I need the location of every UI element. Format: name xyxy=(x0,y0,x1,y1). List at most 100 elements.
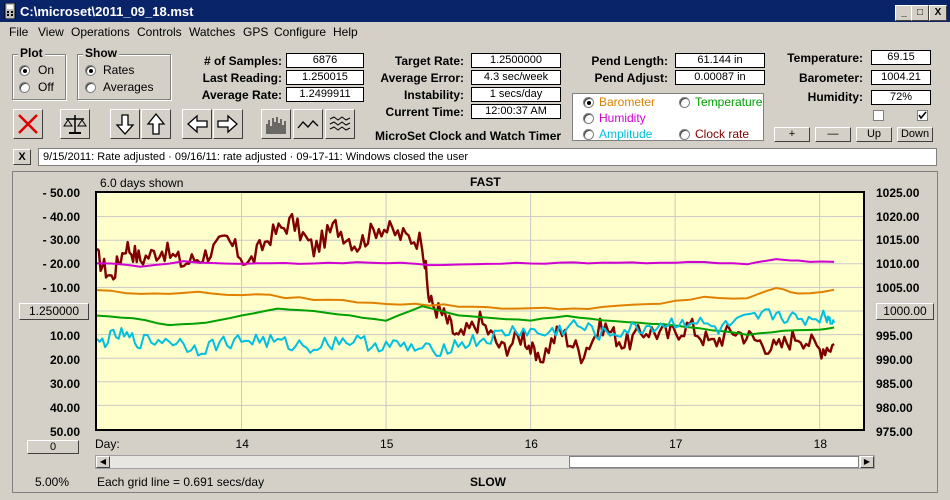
humidity-radio[interactable] xyxy=(583,113,594,124)
temperature-label: Temperature: xyxy=(787,51,863,65)
arrow-up-icon xyxy=(146,112,166,135)
x-tick-label: 14 xyxy=(235,437,249,451)
y-left-tick-label: - 10.00 xyxy=(42,281,80,295)
plot-off-radio[interactable] xyxy=(19,82,30,93)
stop-button[interactable] xyxy=(13,109,43,139)
multi-line-button[interactable] xyxy=(325,109,355,139)
arrow-left-icon xyxy=(187,114,208,134)
show-averages-radio[interactable] xyxy=(85,82,96,93)
y-left-tick-label: - 20.00 xyxy=(42,257,80,271)
humidity-option-label: Humidity xyxy=(599,111,646,125)
x-tick-label: 16 xyxy=(524,437,538,451)
amplitude-option-label: Amplitude xyxy=(599,127,653,141)
message-bar: 9/15/2011: Rate adjusted · 09/16/11: rat… xyxy=(38,148,937,166)
menu-controls[interactable]: Controls xyxy=(137,25,182,39)
average-error-label: Average Error: xyxy=(380,71,464,85)
plot-on-radio[interactable] xyxy=(19,65,30,76)
center-rate-button[interactable]: 1.250000 xyxy=(19,303,89,320)
checkbox-1[interactable] xyxy=(873,110,884,121)
plus-button[interactable]: + xyxy=(774,127,810,142)
y-right-tick-label: 1015.00 xyxy=(876,233,920,247)
y-left-tick-label: 30.00 xyxy=(49,377,80,391)
pend-adjust-value: 0.00087 in xyxy=(675,70,765,85)
line-graph-icon xyxy=(297,120,319,129)
plot-area[interactable] xyxy=(95,191,865,431)
pend-length-label: Pend Length: xyxy=(591,54,668,68)
menu-gps[interactable]: GPS xyxy=(243,25,268,39)
arrow-up-button[interactable] xyxy=(141,109,171,139)
y-right-tick-label: 1005.00 xyxy=(876,281,920,295)
temperature-value: 69.15 xyxy=(871,50,931,65)
arrow-right-button[interactable] xyxy=(213,109,243,139)
y-right-tick-label: 1020.00 xyxy=(876,210,920,224)
checkbox-2[interactable] xyxy=(917,110,928,121)
samples-value: 6876 xyxy=(286,53,364,68)
horizontal-scrollbar[interactable]: ◀ ▶ xyxy=(95,455,875,469)
y-left-tick-label: 20.00 xyxy=(49,353,80,367)
y-left-tick-label: 10.00 xyxy=(49,329,80,343)
show-rates-radio[interactable] xyxy=(85,65,96,76)
arrow-down-button[interactable] xyxy=(110,109,140,139)
clear-message-button[interactable]: X xyxy=(13,149,31,165)
check-icon xyxy=(918,111,927,120)
scale-icon xyxy=(63,115,87,134)
y-right-tick-label: 1010.00 xyxy=(876,257,920,271)
menu-file[interactable]: File xyxy=(9,25,28,39)
close-window-button[interactable]: X xyxy=(929,5,947,21)
red-x-icon xyxy=(18,114,38,134)
plot-off-label: Off xyxy=(38,80,54,94)
menu-view[interactable]: View xyxy=(38,25,64,39)
y-right-tick-label: 985.00 xyxy=(876,377,913,391)
scale-percent: 5.00% xyxy=(35,475,70,489)
menu-operations[interactable]: Operations xyxy=(71,25,130,39)
arrow-left-button[interactable] xyxy=(182,109,212,139)
amplitude-radio[interactable] xyxy=(583,129,594,140)
y-right-tick-label: 980.00 xyxy=(876,401,913,415)
menu-watches[interactable]: Watches xyxy=(189,25,235,39)
slow-label: SLOW xyxy=(470,475,506,489)
up-button[interactable]: Up xyxy=(856,127,892,142)
maximize-button[interactable]: □ xyxy=(911,5,929,21)
temperature-radio[interactable] xyxy=(679,97,690,108)
minus-button[interactable]: — xyxy=(815,127,851,142)
scroll-left-icon[interactable]: ◀ xyxy=(96,456,110,468)
wave-lines-icon xyxy=(329,116,351,131)
current-time-value: 12:00:37 AM xyxy=(471,104,561,119)
app-icon[interactable] xyxy=(3,2,17,20)
y-right-tick-label: 1025.00 xyxy=(876,186,920,200)
x-tick-label: 18 xyxy=(813,437,827,451)
balance-button[interactable] xyxy=(60,109,90,139)
show-group-label: Show xyxy=(83,46,119,60)
barometer-option-label: Barometer xyxy=(599,95,656,109)
center-barometer-button[interactable]: 1000.00 xyxy=(876,303,934,320)
average-rate-label: Average Rate: xyxy=(201,88,282,102)
target-rate-value: 1.2500000 xyxy=(471,53,561,68)
histogram-button[interactable] xyxy=(261,109,291,139)
arrow-down-icon xyxy=(115,114,135,135)
x-tick-label: 17 xyxy=(669,437,683,451)
y-right-tick-label: 995.00 xyxy=(876,329,913,343)
last-reading-label: Last Reading: xyxy=(202,71,282,85)
clock-rate-radio[interactable] xyxy=(679,129,690,140)
scroll-right-icon[interactable]: ▶ xyxy=(860,456,874,468)
offset-button[interactable]: 0 xyxy=(27,440,79,454)
show-rates-label: Rates xyxy=(103,63,135,77)
x-axis-label: Day: xyxy=(95,437,120,451)
y-right-tick-label: 975.00 xyxy=(876,425,913,439)
instability-label: Instability: xyxy=(403,88,464,102)
line-graph-button[interactable] xyxy=(293,109,323,139)
down-button[interactable]: Down xyxy=(897,127,933,142)
barometer-radio[interactable] xyxy=(583,97,594,108)
barometer-value: 1004.21 xyxy=(871,70,931,85)
humidity-label: Humidity: xyxy=(807,90,863,104)
current-time-label: Current Time: xyxy=(385,105,464,119)
y-left-tick-label: - 50.00 xyxy=(42,186,80,200)
pend-adjust-label: Pend Adjust: xyxy=(594,71,668,85)
menu-help[interactable]: Help xyxy=(333,25,358,39)
title-bar: C:\microset\2011_09_18.mst _ □ X xyxy=(0,0,950,22)
barometer-label: Barometer: xyxy=(798,71,863,85)
scroll-thumb[interactable] xyxy=(569,456,859,468)
arrow-right-icon xyxy=(217,114,238,134)
menu-bar: File View Operations Controls Watches GP… xyxy=(0,22,950,42)
menu-configure[interactable]: Configure xyxy=(274,25,326,39)
